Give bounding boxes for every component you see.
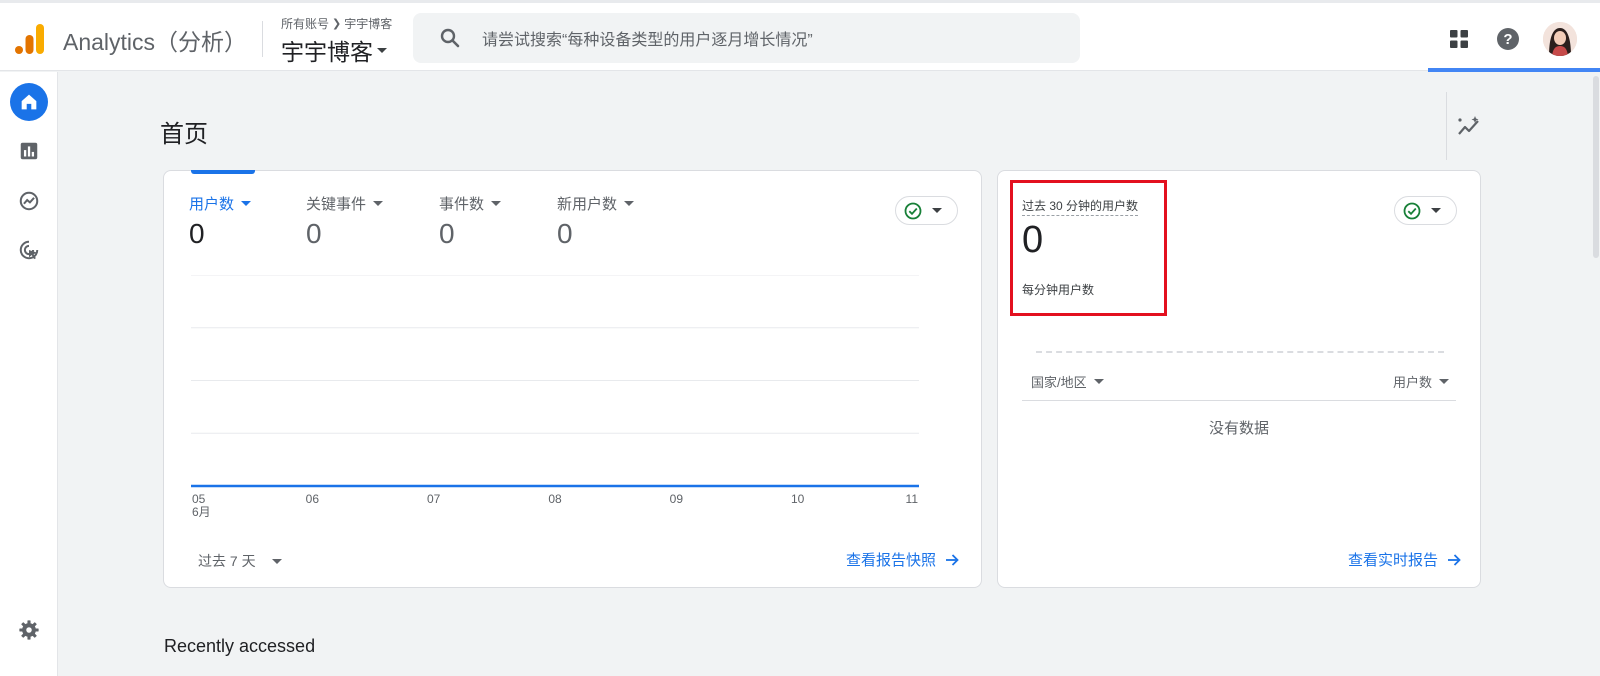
- app-title: Analytics（分析）: [63, 29, 248, 55]
- recently-accessed-heading: Recently accessed: [164, 636, 316, 656]
- analytics-logo[interactable]: [15, 22, 45, 54]
- search-placeholder: 请尝试搜索“每种设备类型的用户逐月增长情况”: [482, 32, 813, 49]
- check-circle-icon: [1403, 202, 1421, 219]
- metric-value: 0: [189, 218, 205, 249]
- table-divider: [1022, 400, 1456, 401]
- nav-home[interactable]: [10, 83, 48, 121]
- x-tick-label: 05: [192, 492, 206, 506]
- realtime-users-label: 过去 30 分钟的用户数: [1022, 197, 1139, 216]
- chevron-right-icon: ❯: [332, 18, 342, 30]
- advertising-icon: [19, 240, 39, 260]
- users-per-minute-label: 每分钟用户数: [1022, 283, 1095, 297]
- column-label: 国家/地区: [1031, 375, 1087, 390]
- column-header-country[interactable]: 国家/地区: [1031, 372, 1104, 391]
- date-range-selector[interactable]: 过去 7 天: [198, 551, 282, 571]
- users-line-chart: 05 06 07 08 09 10 11 6月: [191, 275, 919, 519]
- metric-value: 0: [439, 218, 455, 249]
- x-tick-label: 10: [791, 492, 805, 506]
- left-navigation: [0, 72, 58, 676]
- svg-text:?: ?: [1503, 31, 1512, 48]
- metric-label: 关键事件: [306, 196, 367, 213]
- x-tick-label: 08: [548, 492, 562, 506]
- page-scrollbar[interactable]: [1592, 72, 1600, 676]
- x-tick-label: 11: [906, 492, 919, 506]
- realtime-card: 过去 30 分钟的用户数 0 每分钟用户数 国家/地区 用户数 没有数据 查看实…: [997, 170, 1481, 588]
- insights-icon[interactable]: [1456, 114, 1482, 140]
- metric-tab-key-events[interactable]: 关键事件 0: [306, 193, 384, 250]
- avatar[interactable]: [1543, 22, 1577, 56]
- x-tick-label: 09: [670, 492, 684, 506]
- arrow-right-icon: [1448, 553, 1461, 566]
- search-icon: [440, 28, 460, 48]
- gear-icon: [19, 620, 39, 640]
- metric-tab-users[interactable]: 用户数 0: [189, 193, 252, 250]
- nav-reports[interactable]: [10, 132, 48, 170]
- x-tick-sublabel: 6月: [192, 505, 211, 519]
- help-icon[interactable]: ?: [1496, 27, 1520, 51]
- metric-label: 新用户数: [557, 196, 618, 213]
- link-label: 查看实时报告: [1347, 552, 1438, 569]
- home-icon: [21, 94, 37, 110]
- avatar-image: [1543, 22, 1577, 56]
- explore-icon: [19, 191, 39, 211]
- overview-card: 用户数 0 关键事件 0 事件数 0 新用户数 0 05 06 07 08 09 10 11…: [163, 170, 982, 588]
- metric-value: 0: [557, 218, 573, 249]
- nav-settings[interactable]: [10, 611, 48, 649]
- metric-value: 0: [306, 218, 322, 249]
- dropdown-caret-icon: [241, 201, 252, 206]
- column-label: 用户数: [1392, 375, 1432, 390]
- bar-chart-icon: [20, 142, 38, 160]
- property-name: 宇宇博客: [281, 39, 373, 65]
- breadcrumb[interactable]: 所有账号 ❯ 宇宇博客: [281, 15, 392, 32]
- loading-progress-bar: [1428, 68, 1600, 72]
- arrow-right-icon: [946, 553, 959, 566]
- view-realtime-report-link[interactable]: 查看实时报告: [1348, 549, 1462, 570]
- check-circle-icon: [904, 202, 922, 219]
- breadcrumb-account[interactable]: 所有账号: [281, 15, 329, 32]
- x-tick-label: 06: [306, 492, 320, 506]
- dropdown-caret-icon: [932, 208, 942, 213]
- search-bar[interactable]: 请尝试搜索“每种设备类型的用户逐月增长情况”: [413, 13, 1080, 63]
- realtime-users-value: 0: [1022, 219, 1044, 261]
- metric-tab-new-users[interactable]: 新用户数 0: [557, 193, 635, 250]
- metric-label: 事件数: [439, 196, 485, 213]
- view-report-snapshot-link[interactable]: 查看报告快照: [846, 549, 960, 570]
- dropdown-caret-icon: [271, 558, 282, 564]
- link-label: 查看报告快照: [845, 552, 936, 569]
- x-tick-label: 07: [427, 492, 441, 506]
- divider: [1446, 92, 1447, 160]
- per-minute-bar-placeholder: [1036, 351, 1444, 353]
- date-range-label: 过去 7 天: [198, 553, 256, 569]
- dropdown-caret-icon: [1093, 379, 1104, 384]
- dropdown-caret-icon: [624, 201, 635, 206]
- metric-tab-event-count[interactable]: 事件数 0: [439, 193, 502, 250]
- apps-grid-icon[interactable]: [1447, 27, 1471, 51]
- nav-explore[interactable]: [10, 182, 48, 220]
- property-selector[interactable]: 宇宇博客: [281, 33, 387, 67]
- realtime-status-button[interactable]: [1394, 196, 1457, 225]
- page-title: 首页: [160, 121, 208, 148]
- breadcrumb-property[interactable]: 宇宇博客: [344, 15, 392, 32]
- dropdown-caret-icon: [491, 201, 502, 206]
- divider: [262, 21, 263, 57]
- nav-advertising[interactable]: [10, 231, 48, 269]
- column-header-users[interactable]: 用户数: [1393, 372, 1449, 391]
- metric-label: 用户数: [189, 196, 235, 213]
- dropdown-caret-icon: [377, 47, 387, 53]
- comparison-status-button[interactable]: [895, 196, 958, 225]
- dropdown-caret-icon: [373, 201, 384, 206]
- top-bar: Analytics（分析） 所有账号 ❯ 宇宇博客 宇宇博客 请尝试搜索“每种设…: [0, 0, 1600, 72]
- dropdown-caret-icon: [1431, 208, 1441, 213]
- tab-indicator: [191, 170, 255, 174]
- scrollbar-thumb[interactable]: [1593, 76, 1599, 258]
- dropdown-caret-icon: [1439, 379, 1449, 384]
- no-data-message: 没有数据: [1208, 420, 1269, 437]
